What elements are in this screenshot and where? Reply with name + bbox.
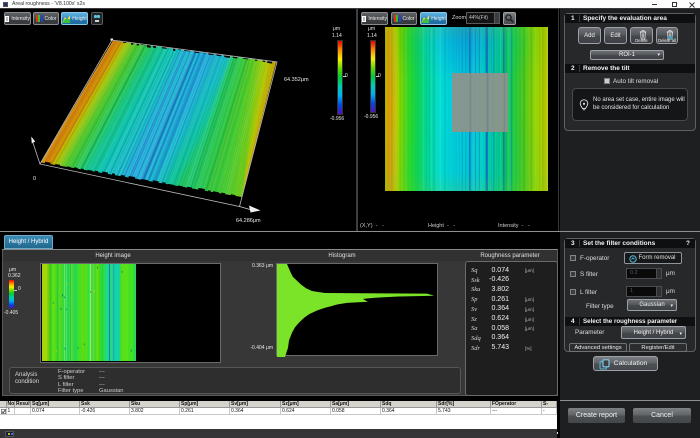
svg-text:64.286μm: 64.286μm: [236, 218, 261, 224]
svg-text:0: 0: [33, 176, 36, 182]
svg-text:64.352μm: 64.352μm: [284, 77, 309, 83]
